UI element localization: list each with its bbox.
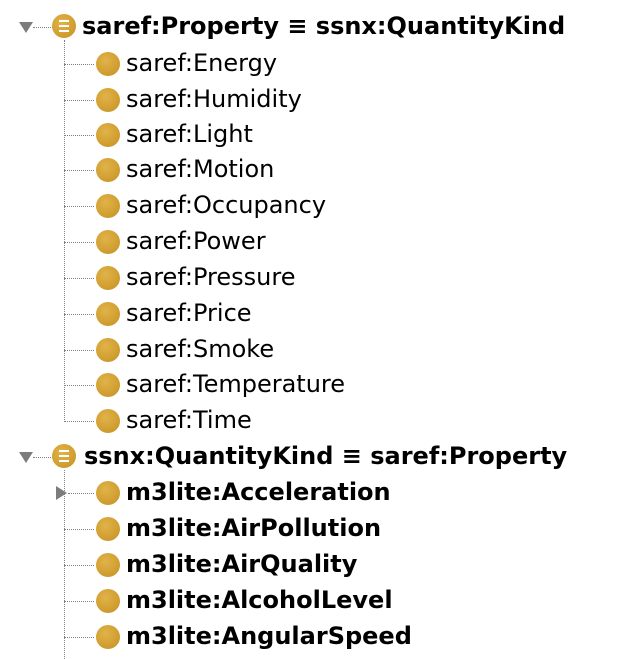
tree-item-label[interactable]: saref:Smoke (126, 331, 274, 367)
tree-item-label[interactable]: saref:Energy (126, 45, 277, 81)
class-icon (96, 589, 120, 613)
class-icon (96, 553, 120, 577)
class-icon (96, 302, 120, 326)
class-icon (96, 517, 120, 541)
class-icon (96, 158, 120, 182)
tree-item-label[interactable]: m3lite:AirQuality (126, 546, 357, 582)
class-icon (96, 266, 120, 290)
tree-item-label[interactable]: saref:Temperature (126, 366, 345, 402)
tree-item-label[interactable]: m3lite:AirPollution (126, 510, 381, 546)
tree-item-label[interactable]: m3lite:AlcoholLevel (126, 582, 393, 618)
class-icon (96, 338, 120, 362)
tree-item-label[interactable]: saref:Time (126, 402, 252, 438)
class-icon (96, 52, 120, 76)
class-icon (96, 373, 120, 397)
class-icon (96, 481, 120, 505)
tree-item-label[interactable]: saref:Light (126, 116, 253, 152)
class-icon (96, 88, 120, 112)
root-class-label-quantitykind[interactable]: ssnx:QuantityKind ≡ saref:Property (84, 438, 567, 474)
equivalent-class-icon (52, 444, 76, 468)
tree-item-label[interactable]: saref:Humidity (126, 81, 302, 117)
tree-item-label[interactable]: m3lite:AngularSpeed (126, 618, 412, 654)
tree-item-label[interactable]: saref:Motion (126, 151, 274, 187)
class-icon (96, 194, 120, 218)
expanded-triangle-icon[interactable] (19, 22, 33, 33)
root-class-label-property[interactable]: saref:Property ≡ ssnx:QuantityKind (82, 8, 565, 44)
tree-item-label[interactable]: saref:Occupancy (126, 187, 326, 223)
tree-item-label[interactable]: saref:Price (126, 295, 252, 331)
equivalent-class-icon (52, 14, 76, 38)
class-icon (96, 625, 120, 649)
collapsed-triangle-icon[interactable] (56, 486, 67, 500)
class-icon (96, 409, 120, 433)
expanded-triangle-icon[interactable] (19, 452, 33, 463)
tree-item-label[interactable]: saref:Power (126, 223, 266, 259)
class-hierarchy-tree: saref:Property ≡ ssnx:QuantityKind saref… (0, 0, 642, 659)
tree-item-label[interactable]: saref:Pressure (126, 259, 295, 295)
class-icon (96, 123, 120, 147)
tree-item-label[interactable]: m3lite:Acceleration (126, 474, 391, 510)
class-icon (96, 230, 120, 254)
